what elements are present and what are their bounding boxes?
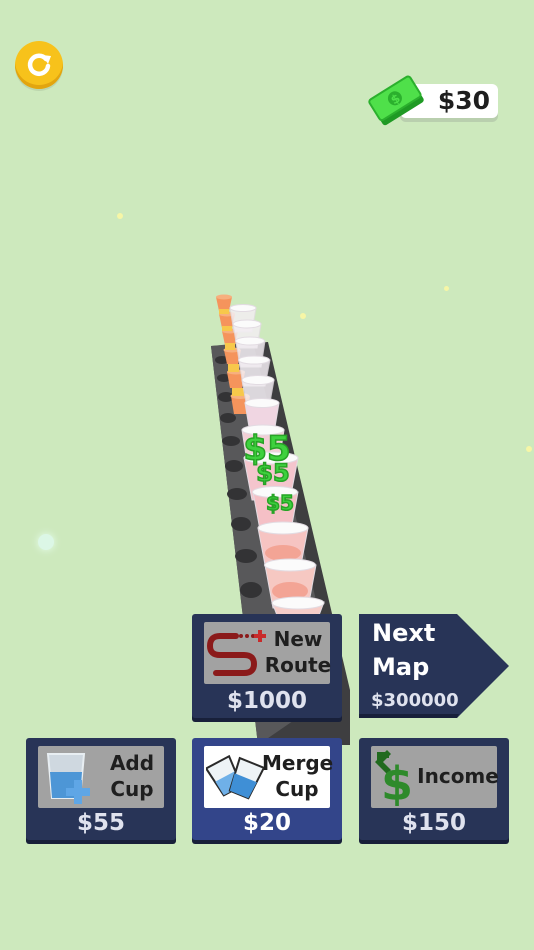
merge-cup-icon: [206, 754, 264, 800]
add-cup-card: Add Cup: [38, 746, 164, 808]
new-route-label: New Route: [264, 627, 332, 677]
add-cup-button[interactable]: Add Cup $55: [26, 738, 176, 840]
merge-cup-price: $20: [242, 810, 291, 836]
merge-cup-card: Merge Cup: [204, 746, 334, 808]
next-map-price: $300000: [371, 690, 459, 711]
next-map-button[interactable]: Next Map $300000: [359, 614, 509, 718]
add-cup-price: $55: [76, 810, 125, 836]
floating-income-label: $5: [256, 459, 289, 487]
cash-icon: $: [368, 75, 424, 126]
income-price: $150: [401, 810, 466, 836]
income-icon: $: [375, 750, 413, 806]
new-route-button[interactable]: New Route $1000: [192, 614, 342, 718]
new-route-price: $1000: [226, 688, 308, 714]
income-card: $ Income: [371, 746, 499, 808]
next-map-label: Next Map: [372, 619, 436, 681]
merge-cup-button[interactable]: Merge Cup $20: [192, 738, 342, 840]
floating-income-label: $5: [266, 491, 294, 515]
income-label: Income: [417, 764, 499, 788]
restart-button[interactable]: [15, 41, 63, 89]
money-value: $30: [437, 86, 490, 115]
merge-cup-label: Merge Cup: [262, 751, 334, 801]
svg-text:$: $: [381, 757, 413, 806]
add-cup-icon: [46, 753, 90, 804]
income-button[interactable]: $ Income $150: [359, 738, 509, 840]
restart-icon: [27, 53, 51, 76]
new-route-card: New Route: [204, 622, 332, 684]
route-icon: [206, 630, 266, 676]
add-cup-label: Add Cup: [109, 751, 155, 801]
